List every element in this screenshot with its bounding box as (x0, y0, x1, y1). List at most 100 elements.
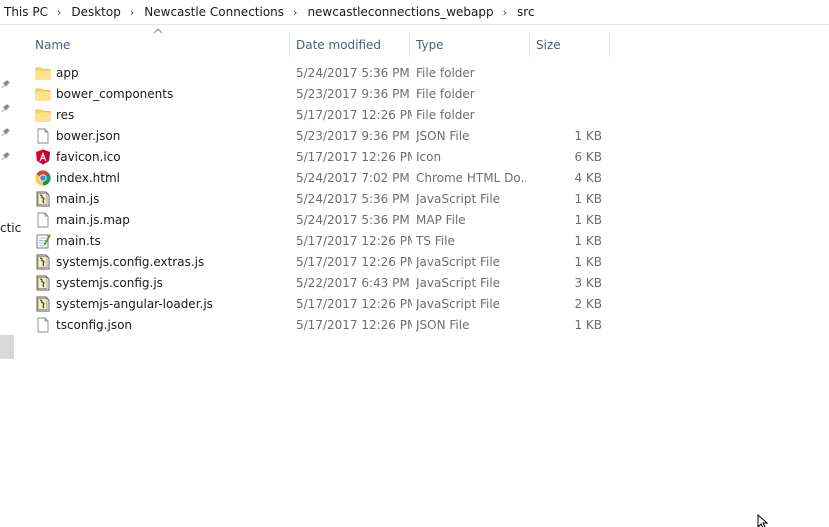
folder-icon (35, 65, 51, 81)
file-size: 1 KB (574, 129, 602, 143)
file-type: JavaScript File (416, 192, 501, 206)
blank-file-icon (35, 212, 51, 228)
pin-icon[interactable] (1, 127, 11, 137)
breadcrumb-this-pc[interactable]: This PC (0, 5, 51, 19)
file-name: main.ts (56, 234, 101, 248)
column-header-name[interactable]: Name (29, 33, 290, 57)
file-type: File folder (416, 108, 475, 122)
file-size: 1 KB (574, 192, 602, 206)
pin-icon[interactable] (1, 151, 11, 161)
folder-icon (35, 107, 51, 123)
file-size (530, 63, 602, 84)
file-row[interactable]: bower_components 5/23/2017 9:36 PM File fo… (30, 84, 610, 105)
file-type: JSON File (416, 318, 470, 332)
file-explorer-window: This PC › Desktop › Newcastle Connection… (0, 0, 829, 527)
file-date-modified: 5/24/2017 5:36 PM (296, 213, 410, 227)
pin-icon[interactable] (1, 103, 11, 113)
file-date-modified: 5/17/2017 12:26 PM (296, 234, 412, 248)
file-name: tsconfig.json (56, 318, 133, 332)
file-row[interactable]: res 5/17/2017 12:26 PM File folder (30, 105, 610, 126)
file-date-modified: 5/17/2017 12:26 PM (296, 297, 412, 311)
file-type: JavaScript File (416, 255, 501, 269)
script-file-icon (35, 191, 51, 207)
file-name: systemjs.config.js (56, 276, 163, 290)
file-date-modified: 5/23/2017 9:36 PM (296, 87, 410, 101)
file-size: 1 KB (574, 213, 602, 227)
breadcrumb-webapp[interactable]: newcastleconnections_webapp (303, 5, 496, 19)
angular-icon (35, 149, 51, 165)
file-name: bower_components (56, 87, 174, 101)
file-type: JSON File (416, 129, 470, 143)
file-name: bower.json (56, 129, 121, 143)
file-date-modified: 5/24/2017 5:36 PM (296, 66, 410, 80)
file-date-modified: 5/17/2017 12:26 PM (296, 150, 412, 164)
file-type: JavaScript File (416, 297, 501, 311)
file-name: app (56, 66, 79, 80)
file-type: JavaScript File (416, 276, 501, 290)
file-row[interactable]: app 5/24/2017 5:36 PM File folder (30, 63, 610, 84)
script-file-icon (35, 254, 51, 270)
breadcrumb-desktop[interactable]: Desktop (67, 5, 124, 19)
column-header-type[interactable]: Type (410, 33, 530, 57)
file-type: File folder (416, 87, 475, 101)
file-name: systemjs.config.extras.js (56, 255, 205, 269)
file-name: res (56, 108, 75, 122)
nav-item-label[interactable]: ctic (0, 221, 21, 235)
file-size (530, 84, 602, 105)
file-date-modified: 5/24/2017 5:36 PM (296, 192, 410, 206)
breadcrumb-newcastle-connections[interactable]: Newcastle Connections (140, 5, 287, 19)
file-name: main.js (56, 192, 100, 206)
file-size: 6 KB (574, 150, 602, 164)
file-row[interactable]: bower.json 5/23/2017 9:36 PM JSON File 1 KB (30, 126, 610, 147)
file-date-modified: 5/23/2017 9:36 PM (296, 129, 410, 143)
breadcrumb-separator-icon[interactable]: › (124, 6, 140, 19)
file-name: systemjs-angular-loader.js (56, 297, 213, 311)
file-size: 3 KB (574, 276, 602, 290)
column-header-type-label: Type (416, 38, 444, 52)
file-row[interactable]: index.html 5/24/2017 7:02 PM Chrome HTML D… (30, 168, 610, 189)
breadcrumb-src[interactable]: src (513, 5, 538, 19)
blank-file-icon (35, 128, 51, 144)
breadcrumb-separator-icon[interactable]: › (287, 6, 303, 19)
file-row[interactable]: tsconfig.json 5/17/2017 12:26 PM JSON File… (30, 315, 610, 336)
file-name: index.html (56, 171, 120, 185)
file-size: 1 KB (574, 255, 602, 269)
file-type: MAP File (416, 213, 466, 227)
column-header-size[interactable]: Size (530, 33, 610, 57)
nav-item-selected[interactable] (0, 335, 14, 359)
column-header-date-modified[interactable]: Date modified (290, 33, 410, 57)
file-date-modified: 5/24/2017 7:02 PM (296, 171, 410, 185)
file-size: 4 KB (574, 171, 602, 185)
column-divider[interactable] (609, 33, 610, 57)
file-date-modified: 5/22/2017 6:43 PM (296, 276, 410, 290)
file-name: main.js.map (56, 213, 130, 227)
file-row[interactable]: main.js.map 5/24/2017 5:36 PM MAP File 1 KB (30, 210, 610, 231)
blank-file-icon (35, 317, 51, 333)
file-type: Chrome HTML Do... (416, 171, 526, 185)
file-size: 1 KB (574, 234, 602, 248)
file-row[interactable]: main.ts 5/17/2017 12:26 PM TS File 1 KB (30, 231, 610, 252)
folder-icon (35, 86, 51, 102)
file-type: File folder (416, 66, 475, 80)
file-row[interactable]: systemjs.config.js 5/22/2017 6:43 PM JavaS… (30, 273, 610, 294)
chrome-icon (35, 170, 51, 186)
script-file-icon (35, 275, 51, 291)
file-row[interactable]: systemjs-angular-loader.js 5/17/2017 12:2… (30, 294, 610, 315)
file-row[interactable]: main.js 5/24/2017 5:36 PM JavaScript File 1… (30, 189, 610, 210)
file-name: favicon.ico (56, 150, 121, 164)
pin-icon[interactable] (1, 79, 11, 89)
breadcrumb-separator-icon[interactable]: › (497, 6, 513, 19)
file-type: Icon (416, 150, 442, 164)
file-row[interactable]: systemjs.config.extras.js 5/17/2017 12:26… (30, 252, 610, 273)
column-header-name-label: Name (35, 38, 71, 52)
column-header-date-label: Date modified (296, 38, 382, 52)
file-date-modified: 5/17/2017 12:26 PM (296, 255, 412, 269)
mouse-cursor-icon (757, 514, 769, 527)
file-date-modified: 5/17/2017 12:26 PM (296, 108, 412, 122)
breadcrumb-separator-icon[interactable]: › (51, 6, 67, 19)
file-type: TS File (416, 234, 455, 248)
file-row[interactable]: favicon.ico 5/17/2017 12:26 PM Icon 6 KB (30, 147, 610, 168)
notepad-file-icon (35, 233, 51, 249)
column-header-size-label: Size (536, 38, 561, 52)
file-date-modified: 5/17/2017 12:26 PM (296, 318, 412, 332)
